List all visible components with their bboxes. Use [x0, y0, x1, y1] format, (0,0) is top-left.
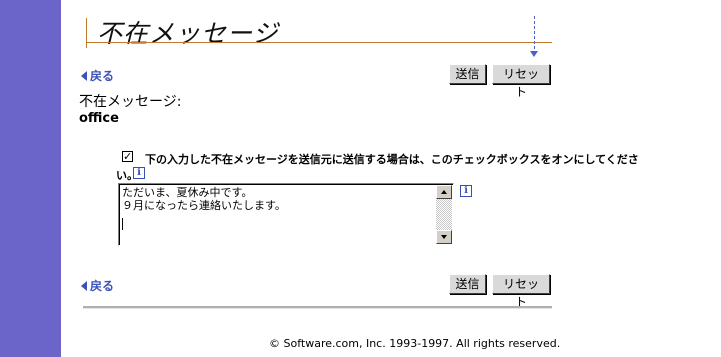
- info-icon-message[interactable]: i: [460, 185, 472, 197]
- message-label: 不在メッセージ:: [79, 94, 182, 110]
- send-button-bottom[interactable]: 送信: [449, 274, 486, 294]
- info-icon-checkbox[interactable]: i: [133, 167, 145, 179]
- send-button-top[interactable]: 送信: [449, 64, 486, 84]
- reset-button-top[interactable]: リセット: [492, 64, 550, 99]
- back-link-label: 戻る: [90, 69, 115, 83]
- title-vertical-rule: [86, 18, 87, 48]
- footer-divider: [83, 306, 552, 309]
- scroll-down-button[interactable]: [436, 230, 452, 244]
- textarea-scrollbar[interactable]: [436, 185, 452, 244]
- message-textarea[interactable]: ただいま、夏休み中です。 ９月になったら連絡いたします。: [118, 183, 454, 246]
- message-textarea-text: ただいま、夏休み中です。 ９月になったら連絡いたします。: [122, 186, 286, 212]
- send-reply-checkbox[interactable]: ✓: [122, 151, 133, 162]
- page-title: 不在メッセージ: [97, 19, 279, 48]
- reset-button-bottom[interactable]: リセット: [492, 274, 550, 309]
- scroll-up-button[interactable]: [436, 185, 452, 199]
- down-arrow-icon: [530, 51, 538, 57]
- account-name: office: [79, 111, 119, 126]
- dashed-pointer-line: [534, 16, 535, 54]
- text-caret: [122, 218, 123, 230]
- left-accent-bar: [0, 0, 61, 357]
- back-link-bottom[interactable]: 戻る: [81, 277, 114, 294]
- back-triangle-icon: [81, 280, 87, 291]
- back-triangle-icon: [81, 70, 87, 81]
- copyright-text: © Software.com, Inc. 1993-1997. All righ…: [269, 337, 561, 350]
- scroll-down-arrow-icon: [441, 235, 447, 239]
- title-underline: [86, 42, 552, 43]
- back-link-label: 戻る: [90, 279, 115, 293]
- scroll-up-arrow-icon: [441, 190, 447, 194]
- back-link-top[interactable]: 戻る: [81, 67, 114, 84]
- checkbox-label-line1: 下の入力した不在メッセージを送信元に送信する場合は、このチェックボックスをオンに…: [145, 153, 639, 166]
